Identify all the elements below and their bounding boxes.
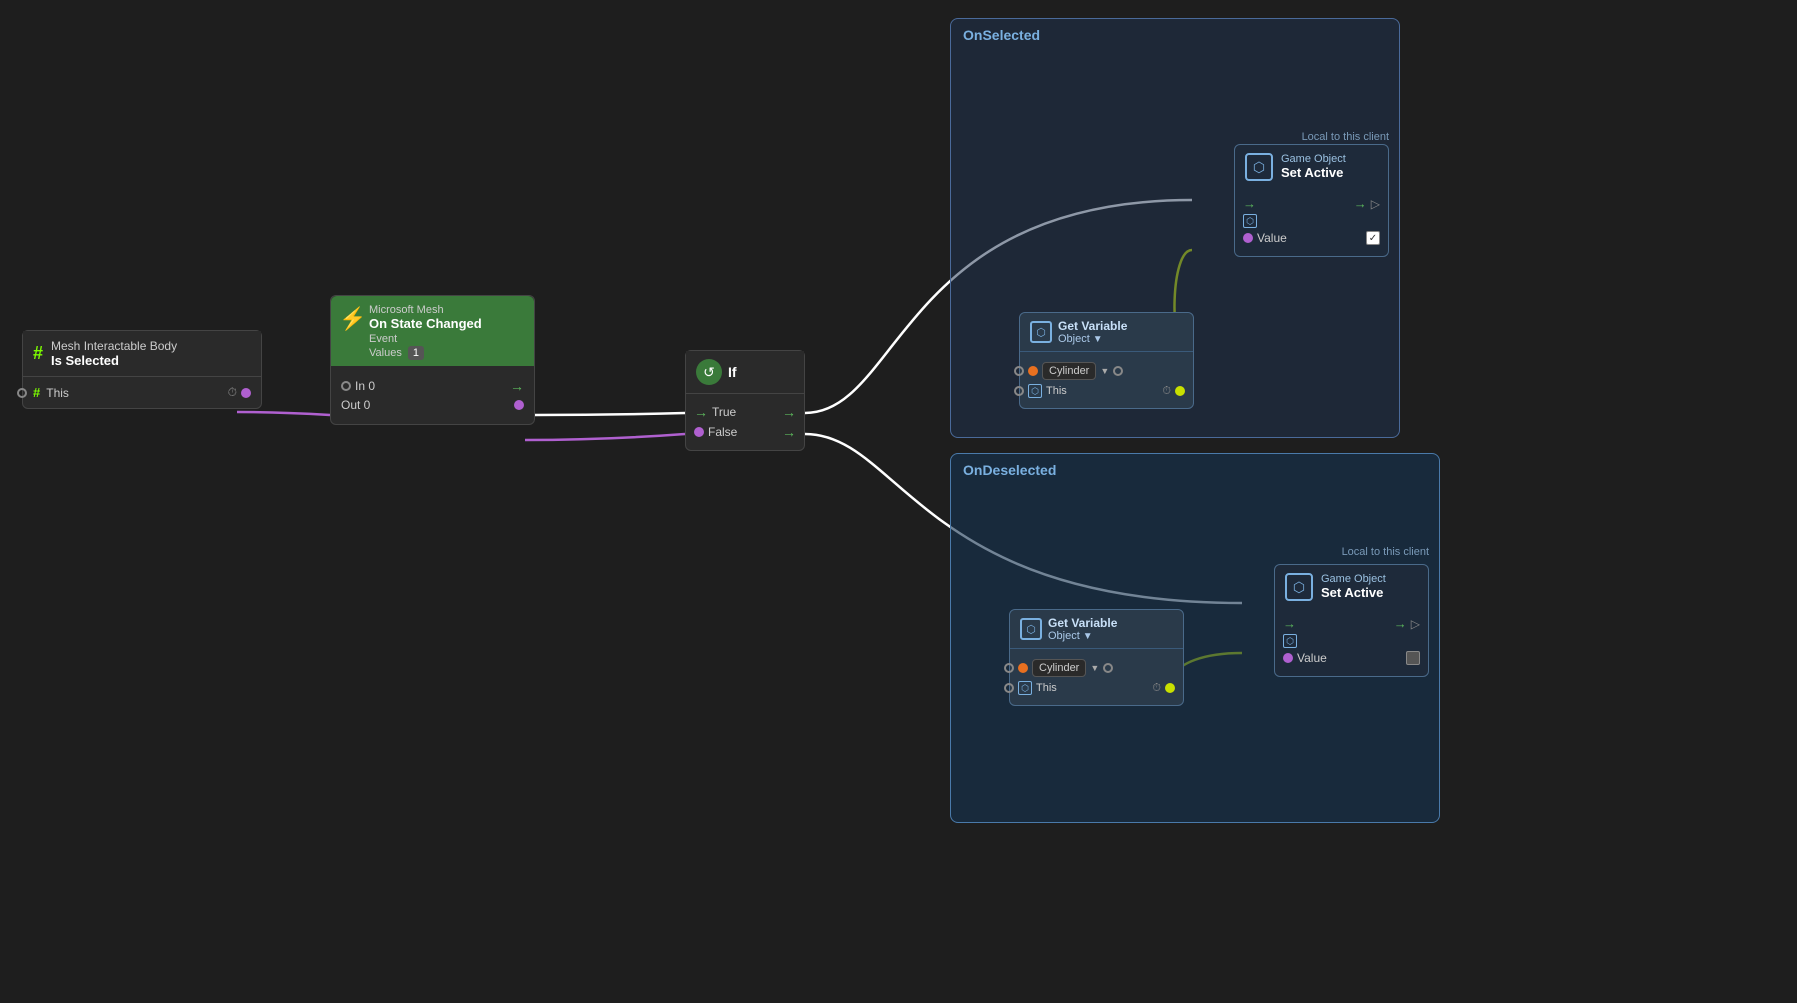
getvar-icon-ondeselected: ⬡ [1020, 618, 1042, 640]
getvar-cyl-arrow-ondeselected: ▼ [1090, 663, 1099, 673]
getvar-cube-ondeselected: ⬡ [1018, 681, 1032, 695]
container-ondeselected: OnDeselected Local to this client ⬡ Game… [950, 453, 1440, 823]
go-cube2-icon-onselected: ⬡ [1243, 214, 1257, 228]
false-dot [694, 427, 704, 437]
go-play-icon-onselected: ▷ [1371, 197, 1380, 211]
getvar-object-arrow-onselected: ▼ [1093, 334, 1103, 345]
node-if[interactable]: ↺ If → True → False → [685, 350, 805, 451]
values-badge: 1 [408, 346, 424, 360]
getvar-left-dot2-onselected [1014, 386, 1024, 396]
mesh-hash-small-icon: # [33, 385, 40, 400]
getvar-clock-onselected: ⏱ [1162, 385, 1171, 398]
go-checkbox-checked-onselected: ✓ [1366, 231, 1380, 245]
getvar-icon-onselected: ⬡ [1030, 321, 1052, 343]
getvar-white-dot-onselected [1113, 366, 1123, 376]
mesh-this-label: This [46, 386, 221, 400]
go-value-dot-ondeselected [1283, 653, 1293, 663]
if-refresh-icon: ↺ [696, 359, 722, 385]
ondeselected-local-label: Local to this client [951, 546, 1439, 558]
connections-svg [0, 0, 1797, 1003]
getvar-left-dot-onselected [1014, 366, 1024, 376]
out0-port-dot [514, 400, 524, 410]
getvar-object-arrow-ondeselected: ▼ [1083, 631, 1093, 642]
go-out-arrow-ondeselected: → [1394, 616, 1407, 631]
mesh-clock-icon: ⏱ [228, 385, 237, 400]
go-out-arrow-onselected: → [1354, 196, 1367, 211]
go-checkbox-unchecked-ondeselected [1406, 651, 1420, 665]
go-value-dot-onselected [1243, 233, 1253, 243]
go-in-arrow-ondeselected: → [1283, 616, 1296, 631]
getvar-left-dot2-ondeselected [1004, 683, 1014, 693]
getvar-this-ondeselected: This [1036, 682, 1148, 694]
container-onselected: OnSelected Local to this client ⬡ Game O… [950, 18, 1400, 438]
go-play-icon-ondeselected: ▷ [1411, 617, 1420, 631]
getvar-cylinder-onselected[interactable]: Cylinder [1042, 362, 1096, 380]
go-in-arrow-onselected: → [1243, 196, 1256, 211]
go-cube2-icon-ondeselected: ⬡ [1283, 634, 1297, 648]
ondeselected-label: OnDeselected [951, 454, 1439, 486]
getvar-white-dot-ondeselected [1103, 663, 1113, 673]
mesh-port-right [241, 388, 251, 398]
go-subtitle-ondeselected: Set Active [1321, 585, 1386, 600]
getvar-orange-dot-ondeselected [1018, 663, 1028, 673]
values-label: Values [369, 347, 402, 359]
getvar-object-onselected: Object [1058, 333, 1090, 345]
node-canvas: # Mesh Interactable Body Is Selected # T… [0, 0, 1797, 1003]
event-main-title: On State Changed [369, 316, 524, 331]
go-value-label-onselected: Value [1257, 231, 1362, 245]
false-label: False [708, 425, 778, 439]
node-go-setactive-onselected[interactable]: ⬡ Game Object Set Active → → ▷ ⬡ [1234, 144, 1389, 257]
getvar-cylinder-ondeselected[interactable]: Cylinder [1032, 659, 1086, 677]
getvar-left-dot-ondeselected [1004, 663, 1014, 673]
getvar-orange-dot-onselected [1028, 366, 1038, 376]
true-label: True [712, 405, 778, 419]
node-go-setactive-ondeselected[interactable]: ⬡ Game Object Set Active → → ▷ ⬡ [1274, 564, 1429, 677]
getvar-title-ondeselected: Get Variable [1048, 616, 1117, 630]
in0-right-arrow: → [510, 378, 524, 394]
mesh-node-subtitle: Is Selected [51, 353, 177, 368]
node-mesh-interactable[interactable]: # Mesh Interactable Body Is Selected # T… [22, 330, 262, 409]
getvar-title-onselected: Get Variable [1058, 319, 1127, 333]
out0-label: Out 0 [341, 398, 370, 412]
if-title: If [728, 364, 737, 380]
true-arrow: → [694, 404, 708, 420]
getvar-object-ondeselected: Object [1048, 630, 1080, 642]
go-subtitle-onselected: Set Active [1281, 165, 1346, 180]
true-port: → [782, 404, 796, 420]
mesh-node-header: # Mesh Interactable Body Is Selected [23, 331, 261, 377]
onselected-local-label: Local to this client [951, 131, 1399, 143]
go-value-label-ondeselected: Value [1297, 651, 1402, 665]
getvar-this-onselected: This [1046, 385, 1158, 397]
node-getvar-onselected[interactable]: ⬡ Get Variable Object ▼ Cylinder ▼ [1019, 312, 1194, 409]
getvar-yg-dot-ondeselected [1165, 683, 1175, 693]
go-cube-icon-onselected: ⬡ [1245, 153, 1273, 181]
in0-label: In 0 [355, 379, 375, 393]
getvar-clock-ondeselected: ⏱ [1152, 682, 1161, 695]
mesh-node-title: Mesh Interactable Body [51, 339, 177, 353]
getvar-yg-dot-onselected [1175, 386, 1185, 396]
false-port: → [782, 424, 796, 440]
mesh-port-left [17, 388, 27, 398]
in0-port-dot [341, 381, 351, 391]
go-title-onselected: Game Object [1281, 153, 1346, 165]
hash-icon: # [33, 343, 43, 364]
go-title-ondeselected: Game Object [1321, 573, 1386, 585]
node-on-state-changed[interactable]: Microsoft Mesh On State Changed Event Va… [330, 295, 535, 425]
go-cube-icon-ondeselected: ⬡ [1285, 573, 1313, 601]
bolt-icon: ⚡ [339, 306, 366, 332]
node-getvar-ondeselected[interactable]: ⬡ Get Variable Object ▼ Cylinder ▼ [1009, 609, 1184, 706]
event-label: Event [369, 333, 397, 345]
getvar-cyl-arrow-onselected: ▼ [1100, 366, 1109, 376]
onselected-label: OnSelected [951, 19, 1399, 51]
getvar-cube-onselected: ⬡ [1028, 384, 1042, 398]
event-top-label: Microsoft Mesh [369, 304, 524, 316]
